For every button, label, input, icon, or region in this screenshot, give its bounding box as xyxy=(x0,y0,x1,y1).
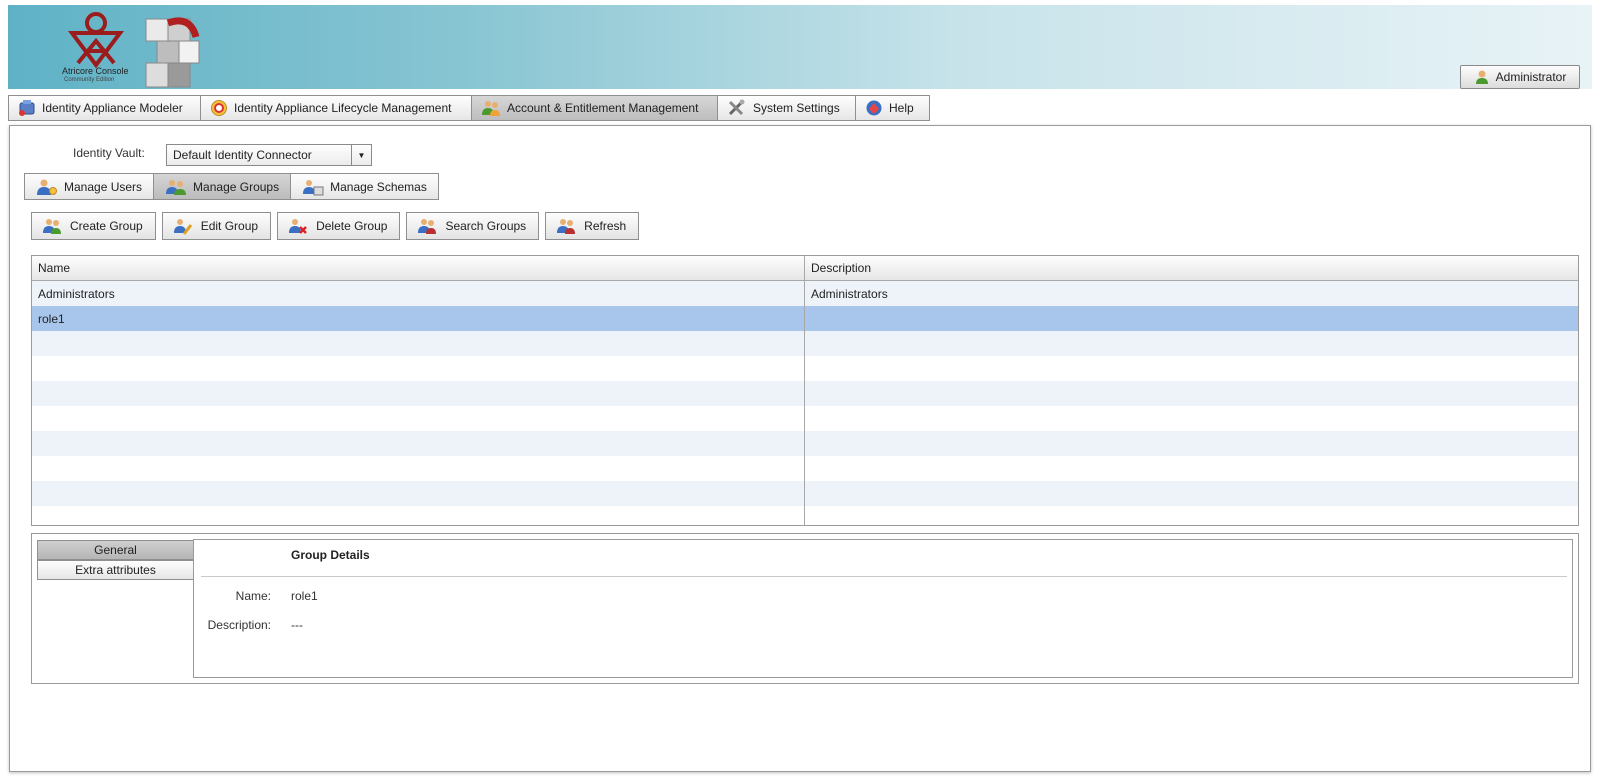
identity-vault-value: Default Identity Connector xyxy=(173,148,312,162)
groups-table: Name Description Administrators Administ… xyxy=(31,255,1579,526)
button-label: Refresh xyxy=(584,219,627,233)
create-group-icon xyxy=(43,219,61,234)
tab-identity-appliance-modeler[interactable]: Identity Appliance Modeler xyxy=(8,95,201,121)
tab-label: Help xyxy=(889,101,914,115)
name-value: role1 xyxy=(291,589,318,603)
tab-account-entitlement-management[interactable]: Account & Entitlement Management xyxy=(471,95,718,121)
account-management-icon xyxy=(482,101,500,116)
search-groups-button[interactable]: Search Groups xyxy=(406,212,540,240)
button-label: Search Groups xyxy=(445,219,527,233)
empty-row xyxy=(32,381,1578,406)
description-value: --- xyxy=(291,618,303,632)
empty-row xyxy=(32,331,1578,356)
tab-help[interactable]: Help xyxy=(855,95,930,121)
create-group-button[interactable]: Create Group xyxy=(31,212,156,240)
tab-label: Manage Schemas xyxy=(330,179,427,194)
manage-schemas-icon xyxy=(303,179,324,195)
identity-vault-select[interactable]: Default Identity Connector ▼ xyxy=(166,144,372,166)
empty-row xyxy=(32,506,1578,525)
table-row[interactable]: Administrators Administrators xyxy=(32,281,1578,306)
search-groups-icon xyxy=(418,219,437,234)
tab-system-settings[interactable]: System Settings xyxy=(717,95,856,121)
delete-group-icon xyxy=(289,219,307,234)
name-label: Name: xyxy=(235,589,271,603)
tab-lifecycle-management[interactable]: Identity Appliance Lifecycle Management xyxy=(200,95,472,121)
app-header: Atricore Console Community Edition Admin… xyxy=(8,5,1592,89)
divider xyxy=(201,576,1567,577)
column-header-name[interactable]: Name xyxy=(32,256,805,280)
tab-label: Account & Entitlement Management xyxy=(507,101,699,115)
appliance-modeler-icon xyxy=(19,100,35,116)
logo-subtitle: Community Edition xyxy=(64,77,115,83)
group-detail-box xyxy=(193,539,1573,678)
empty-row xyxy=(32,406,1578,431)
tab-label: Manage Groups xyxy=(193,179,280,194)
empty-row xyxy=(32,431,1578,456)
delete-group-button[interactable]: Delete Group xyxy=(277,212,401,240)
lifecycle-icon xyxy=(211,100,227,116)
user-name: Administrator xyxy=(1495,70,1567,84)
cell-description xyxy=(805,306,1578,331)
tab-label: System Settings xyxy=(753,101,840,115)
button-label: Delete Group xyxy=(316,219,388,233)
tab-general[interactable]: General xyxy=(37,540,194,560)
edit-group-icon xyxy=(173,219,192,235)
management-tabs: Manage Users Manage Groups Manage Schema… xyxy=(24,173,439,200)
main-nav: Identity Appliance Modeler Identity Appl… xyxy=(8,95,930,121)
manage-groups-icon xyxy=(166,179,187,195)
empty-row xyxy=(32,356,1578,381)
group-toolbar: Create Group Edit Group Delete Group Sea… xyxy=(31,212,640,240)
user-icon xyxy=(1475,70,1488,84)
group-details-title: Group Details xyxy=(291,548,370,562)
edit-group-button[interactable]: Edit Group xyxy=(161,212,272,240)
button-label: Edit Group xyxy=(200,219,259,233)
tab-extra-attributes[interactable]: Extra attributes xyxy=(37,560,194,580)
logo-title: Atricore Console xyxy=(62,66,129,76)
cell-name: Administrators xyxy=(32,281,805,306)
cell-description: Administrators xyxy=(811,286,888,301)
tab-label: Identity Appliance Modeler xyxy=(42,101,183,115)
tab-label: Identity Appliance Lifecycle Management xyxy=(234,101,452,115)
table-row-selected[interactable]: role1 xyxy=(32,306,1578,331)
description-label: Description: xyxy=(207,618,271,632)
tab-manage-schemas[interactable]: Manage Schemas xyxy=(290,173,439,200)
user-menu-button[interactable]: Administrator xyxy=(1460,65,1580,89)
tab-manage-groups[interactable]: Manage Groups xyxy=(153,173,292,200)
table-header: Name Description xyxy=(32,256,1578,281)
column-header-description[interactable]: Description xyxy=(805,256,1578,280)
button-label: Create Group xyxy=(70,219,143,233)
empty-row xyxy=(32,456,1578,481)
manage-users-icon xyxy=(37,179,57,195)
refresh-icon xyxy=(557,219,576,234)
chevron-down-icon: ▼ xyxy=(351,145,371,165)
refresh-button[interactable]: Refresh xyxy=(545,212,640,240)
tools-icon xyxy=(728,99,745,116)
help-icon xyxy=(866,100,882,116)
cell-name: role1 xyxy=(32,306,805,331)
atricore-logo: Atricore Console Community Edition xyxy=(50,7,210,89)
identity-vault-label: Identity Vault: xyxy=(73,146,145,160)
tab-manage-users[interactable]: Manage Users xyxy=(24,173,155,200)
empty-row xyxy=(32,481,1578,506)
tab-label: Manage Users xyxy=(64,179,143,194)
